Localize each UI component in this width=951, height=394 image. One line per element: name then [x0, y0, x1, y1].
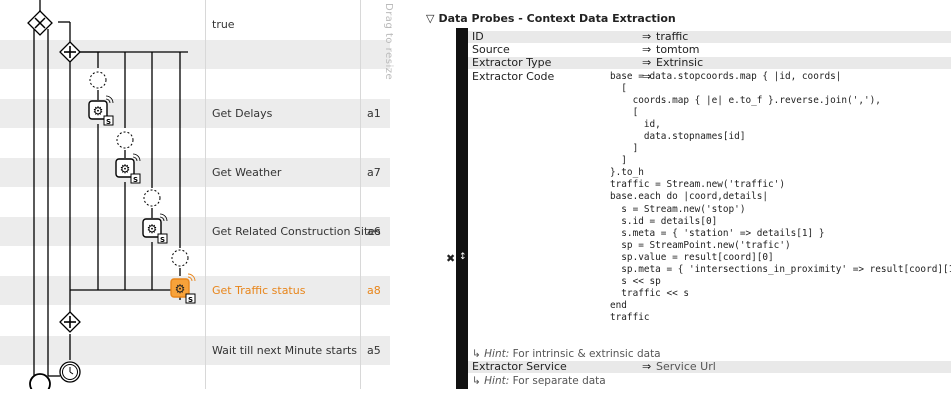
svg-text:⚙: ⚙ [175, 282, 186, 296]
field-row-extractor-type: Extractor Type ⇒ Extrinsic [468, 57, 951, 69]
field-row-source: Source ⇒ tomtom [468, 44, 951, 56]
hint-text: For separate data [512, 375, 606, 387]
svg-text:S: S [106, 118, 111, 126]
intermediate-event-icon[interactable] [171, 249, 189, 267]
arrow-icon: ⇒ [642, 360, 652, 373]
process-graph-panel: true Get Delays a1 Get Weather a7 Get Related… [0, 0, 394, 389]
hint-arrow-icon: ↳ [472, 375, 481, 387]
svg-text:⚙: ⚙ [147, 222, 158, 236]
source-value[interactable]: tomtom [656, 44, 700, 56]
extractor-code-editor[interactable]: base = data.stopcoords.map { |id, coords… [610, 71, 951, 324]
field-label: Extractor Code [472, 70, 555, 83]
hint-label: Hint: [484, 375, 510, 387]
svg-text:⚙: ⚙ [93, 104, 104, 118]
intermediate-event-icon[interactable] [116, 131, 134, 149]
probe-drag-bar[interactable] [456, 28, 468, 389]
svg-text:S: S [160, 236, 165, 244]
service-task-icon[interactable]: ⚙ S [88, 95, 114, 126]
field-label: Extractor Type [472, 56, 552, 69]
parallel-gateway-icon[interactable] [59, 41, 81, 63]
field-label: ID [472, 30, 484, 43]
field-label: Extractor Service [472, 360, 567, 373]
field-label: Source [472, 43, 510, 56]
process-flow-diagram: ⚙ S ⚙ S ⚙ S ⚙ S [27, 0, 196, 389]
service-task-icon[interactable]: ⚙ S [115, 153, 141, 184]
arrow-icon: ⇒ [642, 56, 652, 69]
id-value[interactable]: traffic [656, 31, 688, 43]
end-event-icon[interactable] [29, 373, 51, 389]
hint-label: Hint: [484, 348, 510, 360]
arrow-icon: ⇒ [642, 30, 652, 43]
svg-text:S: S [133, 176, 138, 184]
service-task-active-icon[interactable]: ⚙ S [170, 273, 196, 304]
service-task-icon[interactable]: ⚙ S [142, 213, 168, 244]
intermediate-event-icon[interactable] [143, 189, 161, 207]
extractor-service-input[interactable]: Service Url [656, 361, 716, 373]
field-row-extractor-service: Extractor Service ⇒ Service Url [468, 361, 951, 373]
code-hint: ↳ Hint: For intrinsic & extrinsic data [472, 348, 661, 360]
delete-icon[interactable]: ✖ [446, 252, 455, 265]
timer-event-icon[interactable] [59, 361, 81, 383]
panel-title: Data Probes - Context Data Extraction [438, 12, 676, 25]
data-probes-panel: ▽ Data Probes - Context Data Extraction ✖… [422, 0, 951, 389]
parallel-join-gateway-icon[interactable] [59, 311, 81, 333]
collapse-triangle-icon[interactable]: ▽ [426, 12, 434, 25]
hint-arrow-icon: ↳ [472, 348, 481, 360]
intermediate-event-icon[interactable] [89, 71, 107, 89]
arrow-icon: ⇒ [642, 43, 652, 56]
extractor-type-select[interactable]: Extrinsic [656, 57, 703, 69]
move-arrows-icon[interactable]: ↕ [459, 252, 467, 262]
panel-header[interactable]: ▽ Data Probes - Context Data Extraction [426, 12, 676, 25]
svg-text:⚙: ⚙ [120, 162, 131, 176]
field-row-id: ID ⇒ traffic [468, 31, 951, 43]
svg-text:S: S [188, 296, 193, 304]
service-hint: ↳ Hint: For separate data [472, 375, 606, 387]
hint-text: For intrinsic & extrinsic data [512, 348, 661, 360]
